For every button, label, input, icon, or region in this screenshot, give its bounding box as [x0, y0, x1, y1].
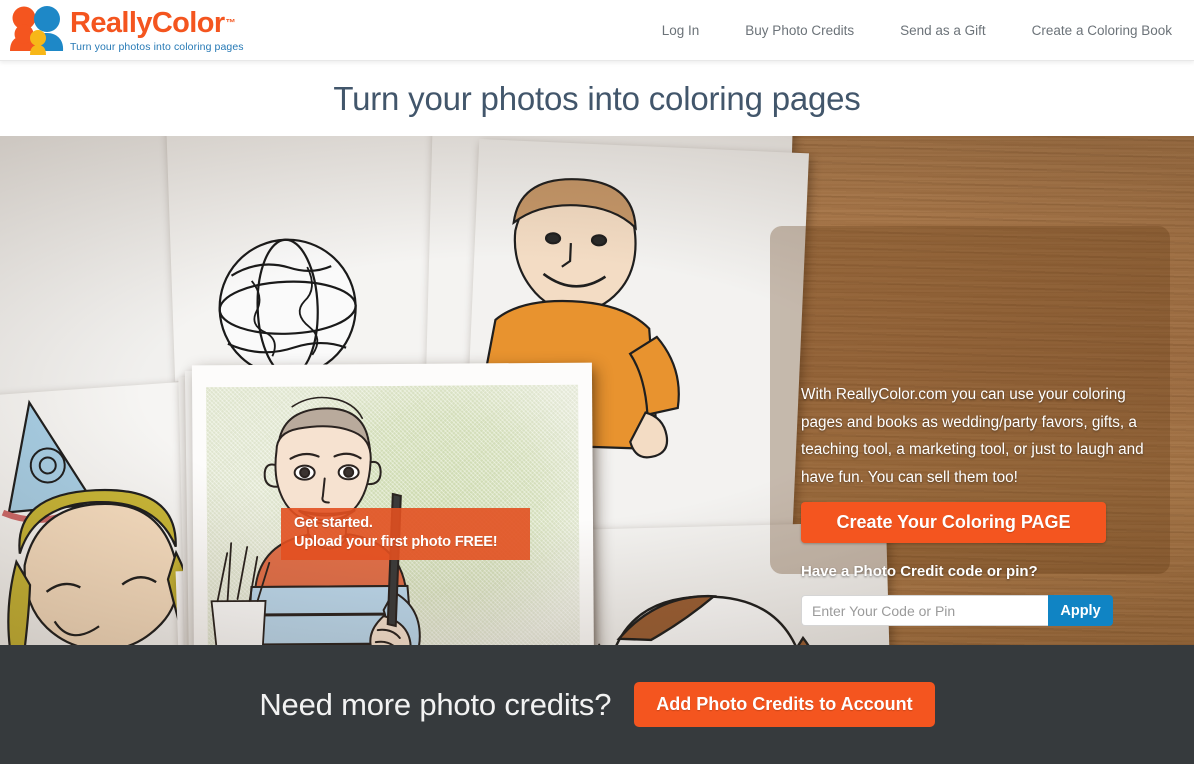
- brand-name: ReallyColor: [70, 7, 225, 39]
- brand-wordmark: ReallyColor™ Turn your photos into color…: [70, 7, 244, 54]
- badge-line-1: Get started.: [294, 515, 373, 531]
- brand-trademark: ™: [225, 17, 236, 29]
- nav-send-as-a-gift[interactable]: Send as a Gift: [900, 23, 986, 38]
- primary-navigation: Log In Buy Photo Credits Send as a Gift …: [616, 23, 1194, 38]
- brand-tagline: Turn your photos into coloring pages: [70, 41, 244, 53]
- code-or-pin-input[interactable]: [801, 595, 1048, 626]
- hero-section: Get started. Upload your first photo FRE…: [0, 136, 1194, 645]
- photo-credits-footer: Need more photo credits? Add Photo Credi…: [0, 645, 1194, 764]
- brand-logo[interactable]: ReallyColor™ Turn your photos into color…: [0, 4, 244, 56]
- badge-line-2: Upload your first photo FREE!: [294, 534, 498, 550]
- create-coloring-page-button[interactable]: Create Your Coloring PAGE: [801, 502, 1106, 543]
- add-photo-credits-button[interactable]: Add Photo Credits to Account: [634, 682, 935, 727]
- featured-coloring-page: [191, 362, 595, 645]
- page-title: Turn your photos into coloring pages: [333, 79, 861, 117]
- headline-bar: Turn your photos into coloring pages: [0, 61, 1194, 136]
- footer-prompt: Need more photo credits?: [259, 686, 612, 722]
- nav-create-a-coloring-book[interactable]: Create a Coloring Book: [1032, 23, 1172, 38]
- apply-code-button[interactable]: Apply: [1048, 595, 1113, 626]
- site-header: ReallyColor™ Turn your photos into color…: [0, 0, 1194, 61]
- get-started-badge: Get started. Upload your first photo FRE…: [281, 508, 530, 560]
- nav-log-in[interactable]: Log In: [662, 23, 700, 38]
- photo-credit-form: Apply: [801, 595, 1113, 626]
- reallycolor-logo-icon: [10, 6, 64, 55]
- panel-description: With ReallyColor.com you can use your co…: [801, 386, 1144, 486]
- photo-credit-label: Have a Photo Credit code or pin?: [801, 563, 1038, 580]
- nav-buy-photo-credits[interactable]: Buy Photo Credits: [745, 23, 854, 38]
